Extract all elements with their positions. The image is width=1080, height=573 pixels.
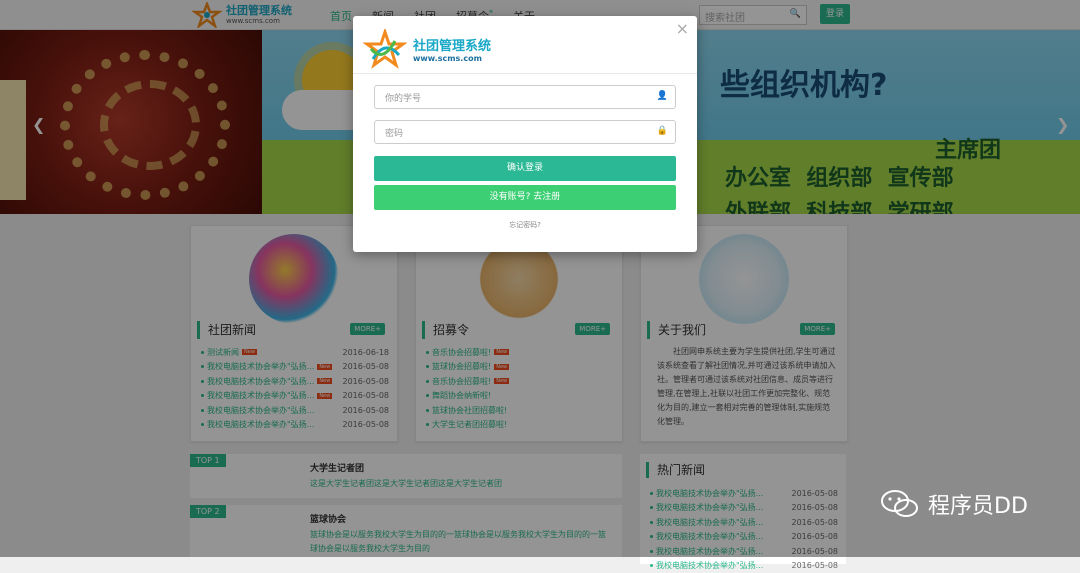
login-modal: × 社团管理系统 www.scms.com 你的学号 👤 密码 🔒 确认登录 没…	[353, 16, 697, 252]
password-input[interactable]: 密码 🔒	[374, 120, 676, 144]
hot-item-date: 2016-05-08	[792, 561, 839, 570]
wechat-icon	[880, 489, 920, 519]
register-button[interactable]: 没有账号? 去注册	[374, 185, 676, 210]
close-icon[interactable]: ×	[676, 19, 689, 38]
modal-logo-title: 社团管理系统	[413, 35, 491, 54]
student-id-placeholder: 你的学号	[385, 94, 421, 104]
hot-item-text[interactable]: 我校电脑技术协会举办"弘扬...	[656, 560, 763, 571]
modal-logo-url: www.scms.com	[413, 54, 491, 63]
list-item[interactable]: 我校电脑技术协会举办"弘扬... 2016-05-08	[650, 559, 838, 573]
logo-star-icon	[363, 29, 407, 69]
watermark: 程序员DD	[880, 488, 1028, 520]
user-icon: 👤	[657, 91, 668, 101]
modal-divider	[353, 73, 697, 74]
confirm-login-button[interactable]: 确认登录	[374, 156, 676, 181]
password-placeholder: 密码	[385, 129, 403, 139]
student-id-input[interactable]: 你的学号 👤	[374, 85, 676, 109]
modal-logo: 社团管理系统 www.scms.com	[363, 29, 491, 69]
lock-icon: 🔒	[657, 126, 668, 136]
watermark-text: 程序员DD	[928, 488, 1028, 520]
forgot-password-link[interactable]: 忘记密码?	[353, 220, 697, 230]
